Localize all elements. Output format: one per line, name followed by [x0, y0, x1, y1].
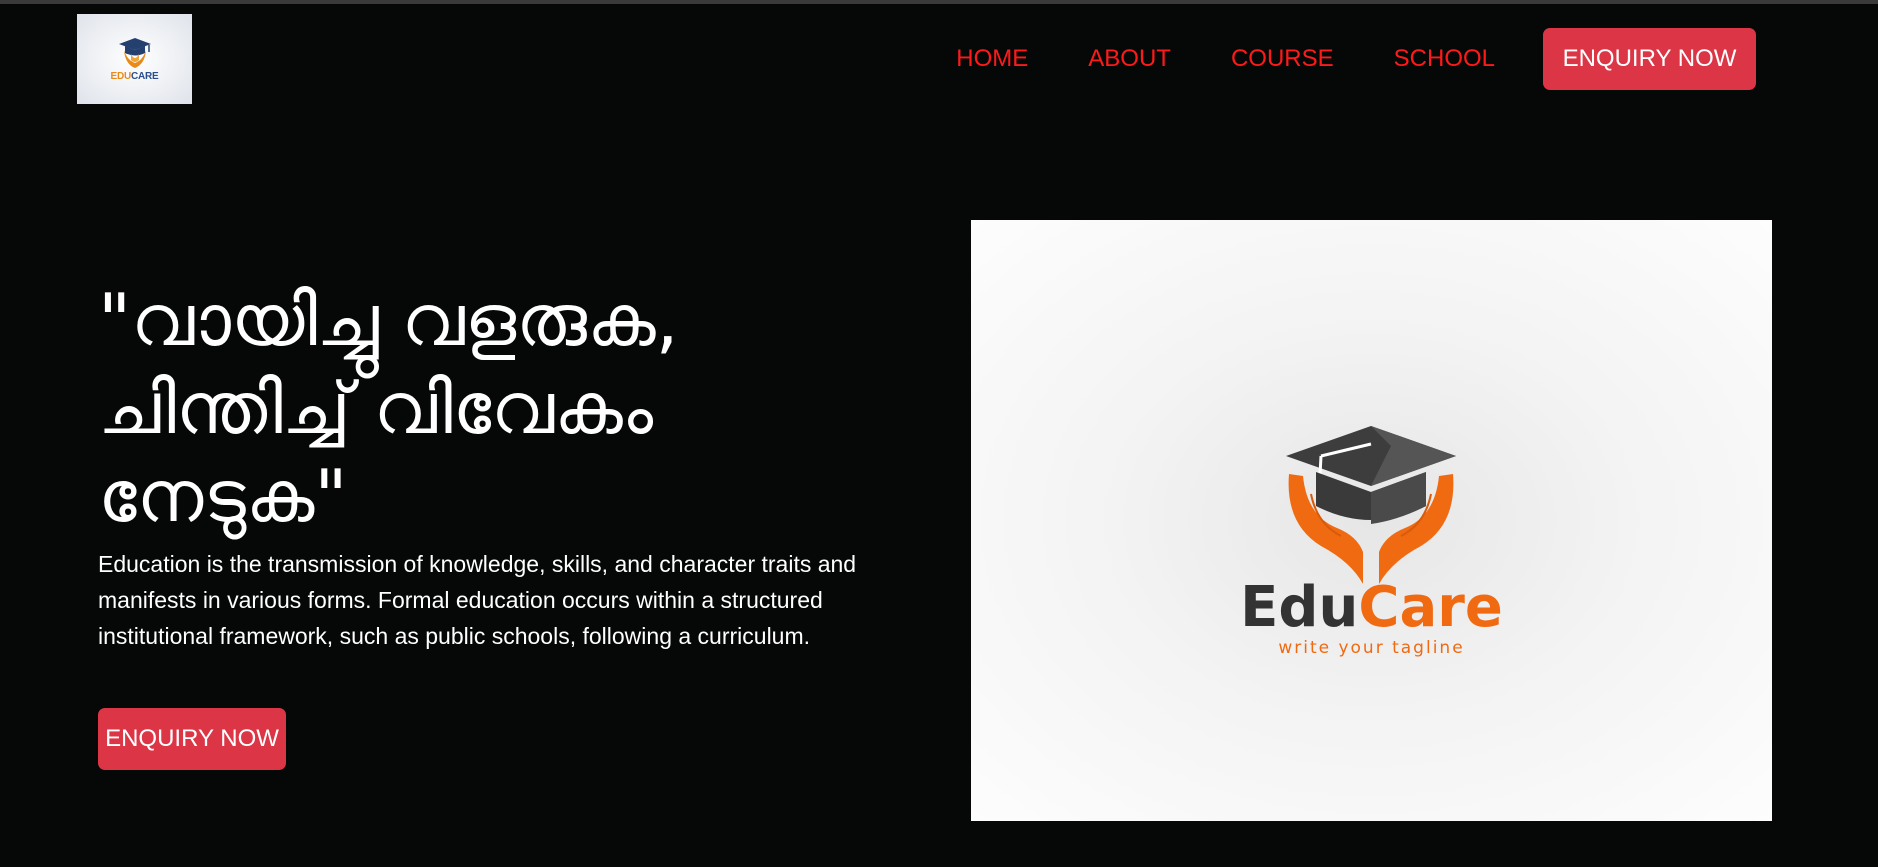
header-enquiry-button[interactable]: ENQUIRY NOW: [1543, 28, 1756, 90]
brand-edu-text: Edu: [1240, 574, 1359, 640]
logo-edu-text: EDU: [110, 71, 131, 82]
brand-care-text: Care: [1358, 574, 1503, 640]
hero-enquiry-button[interactable]: ENQUIRY NOW: [98, 708, 286, 770]
hero-text: "വായിച്ചു വളരുക, ചിന്തിച്ച് വിവേകം നേടുക…: [98, 276, 918, 654]
logo-care-text: CARE: [130, 71, 159, 82]
nav-school[interactable]: SCHOOL: [1394, 28, 1495, 90]
hero-title-line-2: ചിന്തിച്ച് വിവേകം: [98, 366, 654, 450]
educare-logo: EduCare write your tagline: [1240, 424, 1503, 658]
nav-course[interactable]: COURSE: [1231, 28, 1334, 90]
nav-home[interactable]: HOME: [956, 28, 1028, 90]
page: EDUCARE HOME ABOUT COURSE SCHOOL ENQUIRY…: [0, 0, 1878, 867]
cap-in-hands-icon: [1286, 425, 1457, 584]
logo-wordmark: EDUCARE: [110, 71, 158, 82]
hero-title-line-3: നേടുക": [98, 454, 348, 538]
brand-name: EduCare: [1240, 574, 1503, 640]
main-nav: HOME ABOUT COURSE SCHOOL ENQUIRY NOW: [956, 28, 1756, 90]
nav-about[interactable]: ABOUT: [1088, 28, 1171, 90]
brand-tagline: write your tagline: [1278, 637, 1465, 658]
top-border: [0, 0, 1878, 4]
hero-title-line-1: "വായിച്ചു വളരുക,: [98, 278, 679, 362]
graduation-cap-icon: [118, 38, 151, 68]
hero-description: Education is the transmission of knowled…: [98, 551, 857, 649]
site-logo[interactable]: EDUCARE: [77, 14, 192, 104]
hero-title: "വായിച്ചു വളരുക, ചിന്തിച്ച് വിവേകം നേടുക…: [98, 276, 918, 540]
hero-image: EduCare write your tagline: [971, 220, 1772, 821]
